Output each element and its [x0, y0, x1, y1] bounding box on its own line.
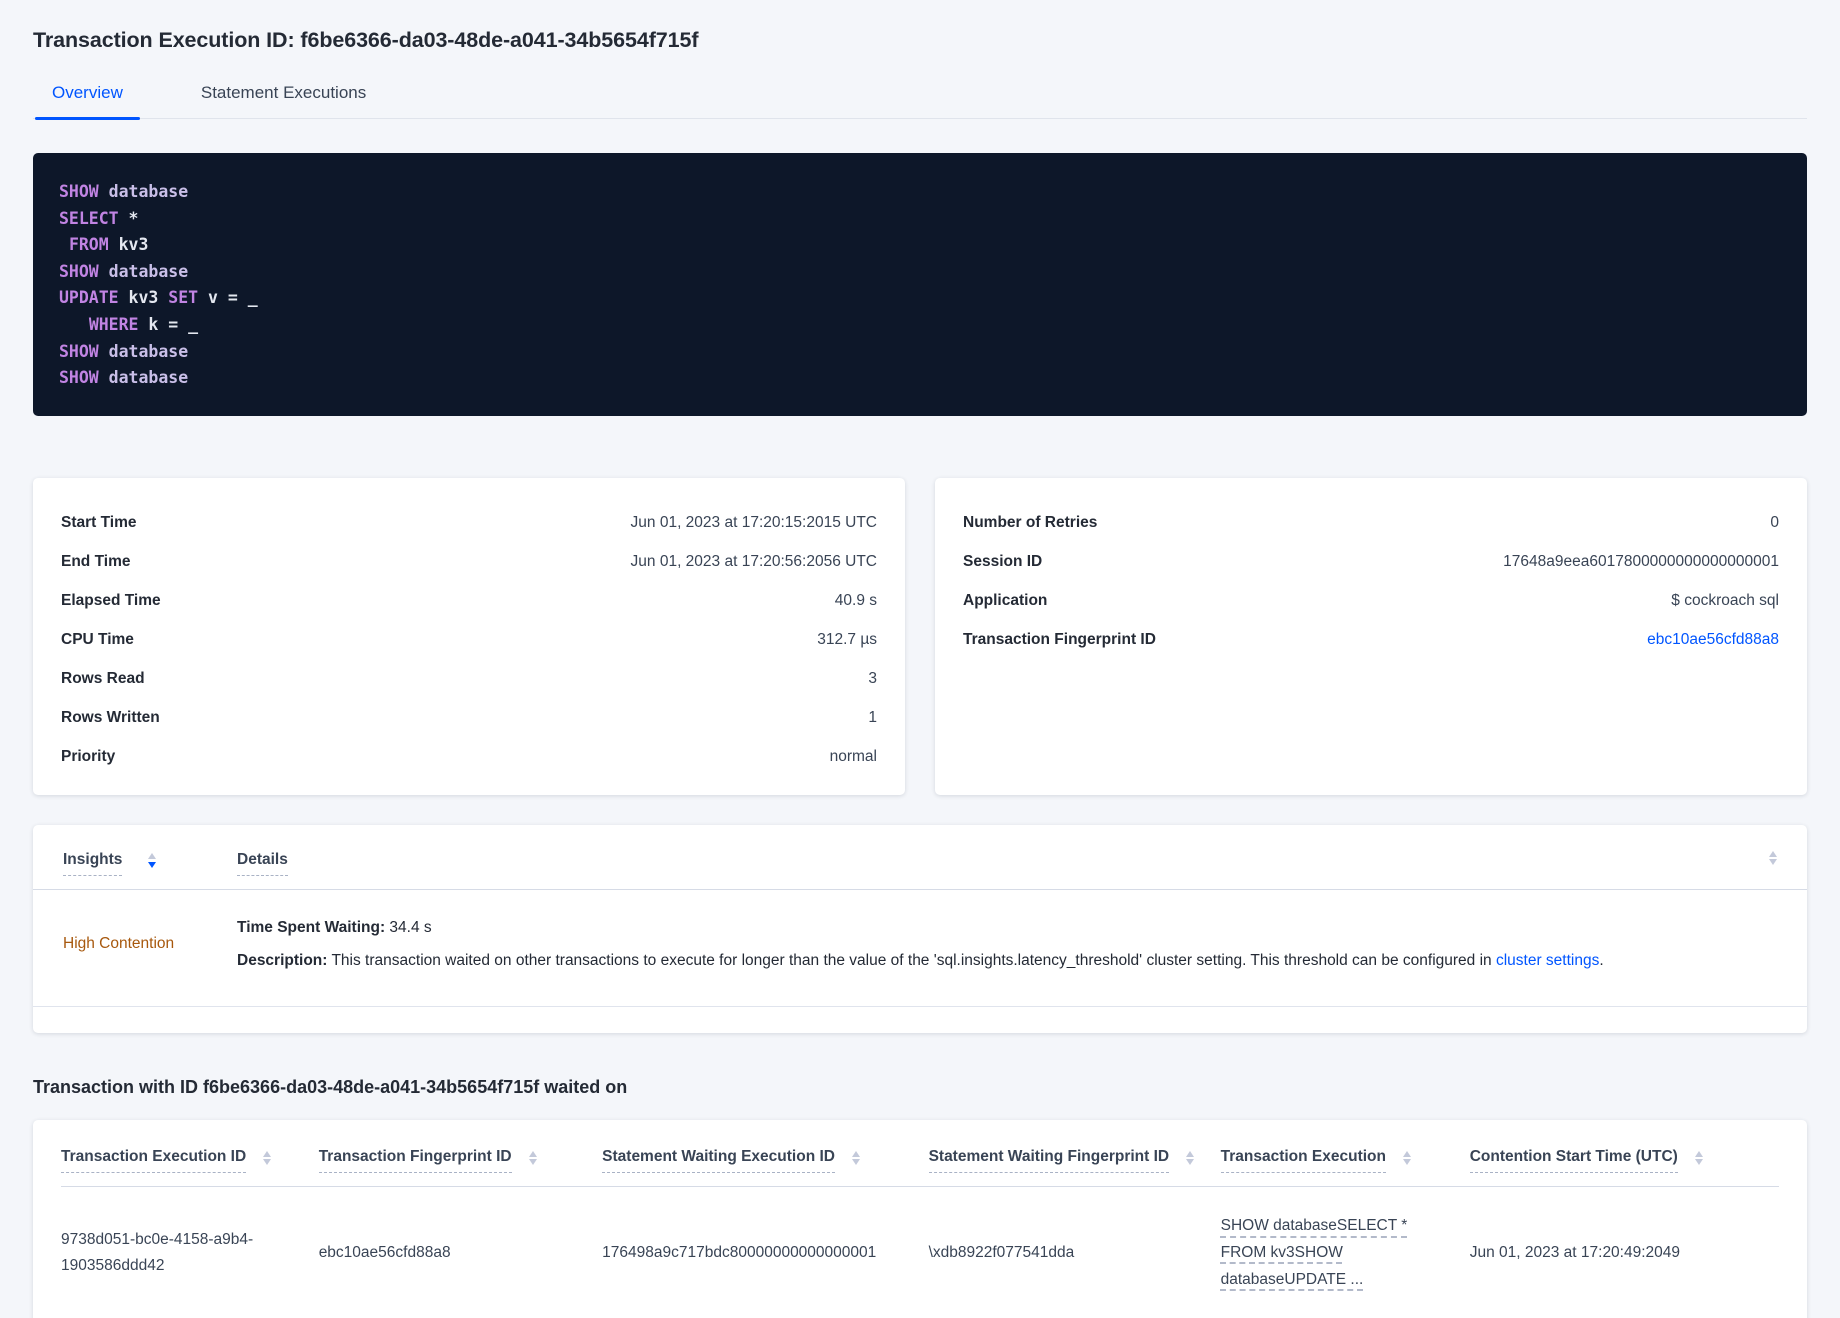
details-column-header[interactable]: Details — [237, 851, 288, 876]
sort-icon[interactable] — [148, 853, 157, 868]
summary-label: Rows Written — [61, 709, 160, 727]
summary-value: 3 — [868, 670, 877, 688]
column-header[interactable]: Transaction Execution — [1220, 1148, 1386, 1174]
summary-value: 312.7 µs — [817, 631, 877, 649]
sql-line: WHERE k = _ — [88, 314, 199, 334]
summary-row: Start Time Jun 01, 2023 at 17:20:15:2015 … — [61, 504, 877, 543]
sql-line: SHOW database — [59, 368, 189, 388]
tab-overview[interactable]: Overview — [35, 83, 140, 120]
waited-on-heading: Transaction with ID f6be6366-da03-48de-a… — [33, 1077, 628, 1098]
summary-row: Priority normal — [61, 738, 877, 777]
sort-icon[interactable] — [1186, 1150, 1195, 1165]
summary-label: Start Time — [61, 514, 137, 532]
page-title: Transaction Execution ID: f6be6366-da03-… — [33, 28, 699, 52]
summary-value: Jun 01, 2023 at 17:20:15:2015 UTC — [630, 514, 877, 532]
sort-icon[interactable] — [1769, 850, 1777, 866]
summary-row: End Time Jun 01, 2023 at 17:20:56:2056 UT… — [61, 543, 877, 582]
description-suffix: . — [1599, 952, 1604, 969]
summary-label: End Time — [61, 553, 131, 571]
sort-icon[interactable] — [1403, 1150, 1411, 1165]
insights-table-header: Insights Details — [33, 850, 1807, 890]
transaction-execution-preview-link[interactable]: SHOW databaseSELECT * FROM kv3SHOW datab… — [1221, 1217, 1408, 1287]
column-header[interactable]: Statement Waiting Execution ID — [602, 1148, 835, 1174]
tab-bar: Overview Statement Executions — [33, 83, 1807, 120]
waiting-time-value: 34.4 s — [385, 918, 432, 936]
tab-statement-executions[interactable]: Statement Executions — [184, 83, 383, 118]
summary-label: Application — [963, 592, 1048, 610]
table-cell-value: 176498a9c717bdc80000000000000001 — [602, 1243, 877, 1261]
sort-icon[interactable] — [1694, 1150, 1703, 1165]
summary-value: 17648a9eea6017800000000000000001 — [1503, 553, 1779, 571]
insight-details: Time Spent Waiting: 34.4 s Description: … — [237, 916, 1777, 973]
description-line: Description: This transaction waited on … — [237, 949, 1777, 972]
summary-label: Rows Read — [61, 670, 145, 688]
insights-column-header[interactable]: Insights — [63, 851, 123, 876]
table-cell-value: ebc10ae56cfd88a8 — [318, 1243, 451, 1261]
column-header[interactable]: Statement Waiting Fingerprint ID — [928, 1148, 1170, 1174]
summary-cards: Start Time Jun 01, 2023 at 17:20:15:2015 … — [33, 477, 1807, 795]
sql-line: UPDATE kv3 SET v = _ — [59, 288, 258, 308]
summary-label: CPU Time — [61, 631, 134, 649]
summary-row: Rows Written 1 — [61, 699, 877, 738]
summary-label: Session ID — [963, 553, 1043, 571]
sort-icon[interactable] — [263, 1150, 272, 1165]
column-header[interactable]: Transaction Execution ID — [61, 1148, 247, 1174]
waited-on-table: Transaction Execution ID Transaction Fing… — [33, 1120, 1807, 1318]
summary-value: $ cockroach sql — [1671, 592, 1779, 610]
summary-value: Jun 01, 2023 at 17:20:56:2056 UTC — [630, 553, 877, 571]
summary-label: Number of Retries — [963, 514, 1098, 532]
waited-on-grid: Transaction Execution ID Transaction Fing… — [61, 1148, 1779, 1318]
summary-row: Application $ cockroach sql — [963, 582, 1779, 621]
description-text: This transaction waited on other transac… — [327, 952, 1496, 969]
table-row: 9738d051-bc0e-4158-a9b4-1903586ddd42 ebc1… — [61, 1186, 1779, 1318]
insight-row: High Contention Time Spent Waiting: 34.4… — [33, 890, 1807, 1008]
sql-line: FROM kv3 — [68, 235, 149, 255]
waiting-time-label: Time Spent Waiting: — [237, 918, 386, 936]
table-cell-value: \xdb8922f077541dda — [928, 1243, 1075, 1261]
summary-row: Elapsed Time 40.9 s — [61, 582, 877, 621]
summary-row: CPU Time 312.7 µs — [61, 621, 877, 660]
summary-value: normal — [829, 748, 877, 766]
sql-box: SHOW database SELECT * FROM kv3 SHOW datab… — [33, 153, 1807, 416]
summary-card-right: Number of Retries 0 Session ID 17648a9eea60… — [935, 477, 1807, 795]
sort-icon[interactable] — [851, 1150, 860, 1165]
summary-value: 1 — [868, 709, 877, 727]
summary-label: Transaction Fingerprint ID — [963, 631, 1156, 649]
table-cell-value: 9738d051-bc0e-4158-a9b4-1903586ddd42 — [61, 1230, 254, 1275]
summary-row: Rows Read 3 — [61, 660, 877, 699]
summary-card-left: Start Time Jun 01, 2023 at 17:20:15:2015 … — [33, 477, 905, 795]
insights-table: Insights Details High Contention Time Sp… — [33, 824, 1807, 1034]
sql-line: SELECT * — [59, 208, 139, 228]
summary-value: 40.9 s — [834, 592, 877, 610]
summary-row: Session ID 17648a9eea60178000000000000000… — [963, 543, 1779, 582]
summary-label: Elapsed Time — [61, 592, 161, 610]
sql-line: SHOW database — [59, 341, 189, 361]
summary-row: Number of Retries 0 — [963, 504, 1779, 543]
transaction-details-page: Transaction Execution ID: f6be6366-da03-… — [0, 0, 1840, 1318]
insight-badge: High Contention — [63, 935, 175, 952]
summary-value: 0 — [1770, 514, 1779, 532]
summary-row: Transaction Fingerprint ID ebc10ae56cfd88… — [963, 621, 1779, 660]
sort-icon[interactable] — [528, 1150, 537, 1165]
table-cell-value: Jun 01, 2023 at 17:20:49:2049 — [1469, 1243, 1681, 1261]
column-header[interactable]: Contention Start Time (UTC) — [1469, 1148, 1678, 1174]
description-label: Description: — [237, 952, 328, 969]
sql-line: SHOW database — [59, 261, 189, 281]
summary-label: Priority — [61, 748, 116, 766]
waiting-time-line: Time Spent Waiting: 34.4 s — [237, 916, 1777, 939]
cluster-settings-link[interactable]: cluster settings — [1496, 952, 1599, 969]
column-header[interactable]: Transaction Fingerprint ID — [318, 1148, 512, 1174]
sql-line: SHOW database — [59, 182, 189, 201]
summary-value-link[interactable]: ebc10ae56cfd88a8 — [1647, 631, 1779, 649]
